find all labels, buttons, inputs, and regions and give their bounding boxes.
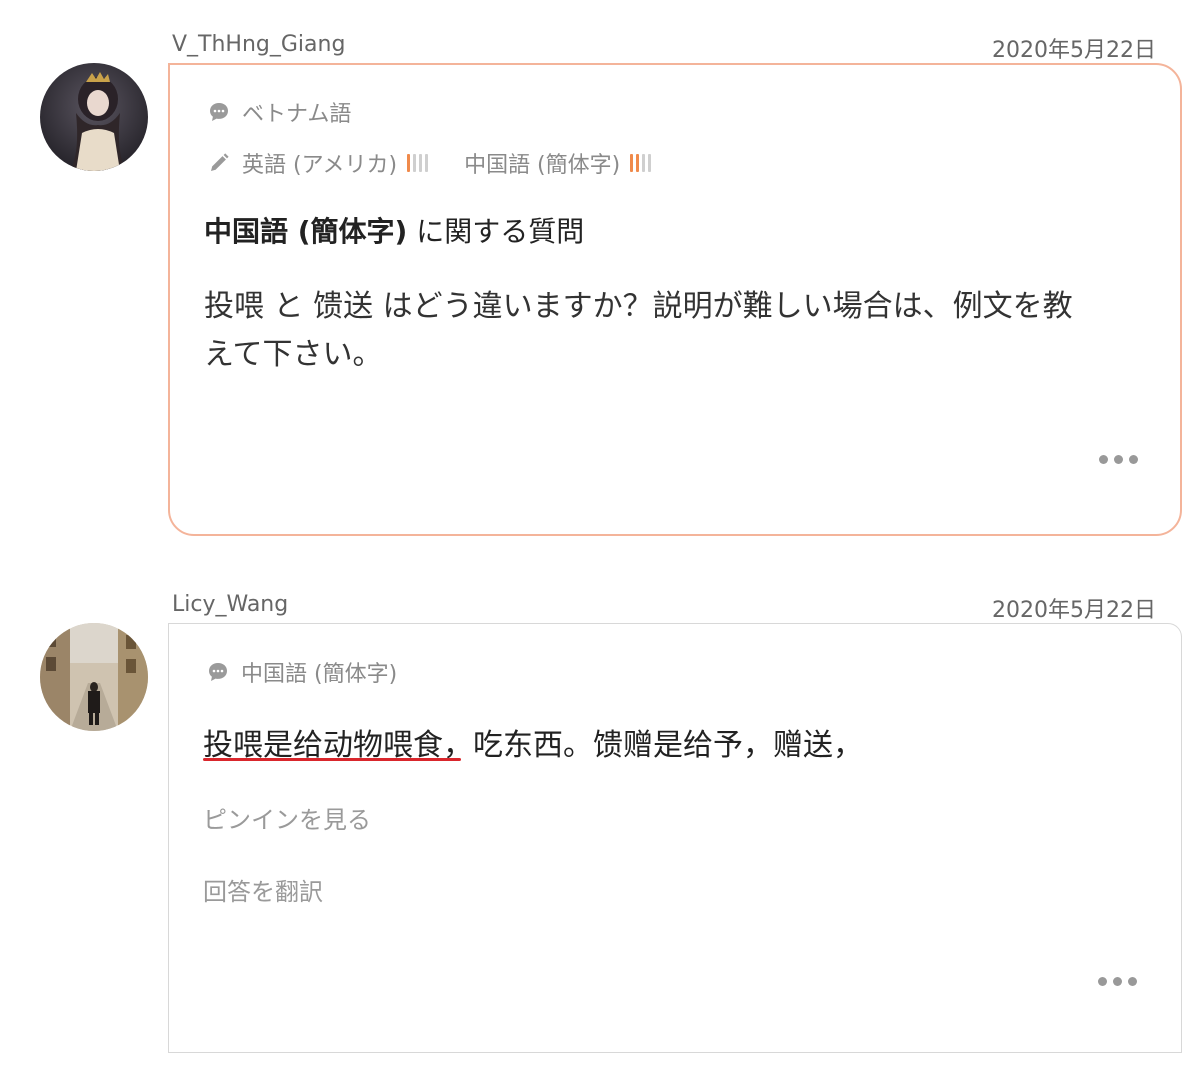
question-card: ベトナム語 英語 (アメリカ) 中国語 (簡体字) 中国語 (簡体字) に関する… (168, 63, 1182, 536)
proficiency-bar (419, 154, 423, 172)
proficiency-bars-2 (630, 154, 652, 172)
question-body-line-2: えて下さい。 (204, 337, 383, 372)
avatar-image (40, 623, 148, 731)
pencil-icon (211, 153, 229, 171)
learning-language-1: 英語 (アメリカ) (242, 153, 398, 178)
proficiency-bar (413, 154, 417, 172)
speech-bubble-icon (210, 103, 228, 121)
answer-language-label: 中国語 (簡体字) (241, 662, 398, 687)
proficiency-bar (648, 154, 652, 172)
question-title-suffix: に関する質問 (407, 215, 585, 248)
proficiency-bar (636, 154, 640, 172)
question-username[interactable]: V_ThHng_Giang (172, 32, 345, 57)
proficiency-bar (425, 154, 429, 172)
learning-languages-row: 英語 (アメリカ) 中国語 (簡体字) (208, 147, 652, 179)
answer-card: 中国語 (簡体字) 投喂是给动物喂食，吃东西。馈赠是给予，赠送， ピンインを見る… (168, 623, 1182, 1053)
answer-avatar[interactable] (40, 623, 148, 731)
more-dots-icon[interactable] (1098, 977, 1137, 986)
question-date: 2020年5月22日 (992, 38, 1156, 63)
avatar-image (40, 63, 148, 171)
question-avatar[interactable] (40, 63, 148, 171)
proficiency-bar (630, 154, 634, 172)
answer-date: 2020年5月22日 (992, 598, 1156, 623)
answer-language-row: 中国語 (簡体字) (207, 656, 397, 688)
translate-answer-link[interactable]: 回答を翻訳 (203, 872, 323, 907)
question-title-language: 中国語 (簡体字) (204, 215, 408, 248)
proficiency-bar (642, 154, 646, 172)
proficiency-bar (407, 154, 411, 172)
highlight-underline (203, 758, 461, 761)
question-body-line-1: 投喂 と 馈送 はどう違いますか？説明が難しい場合は、例文を教 (204, 289, 1073, 324)
native-language-row: ベトナム語 (208, 96, 351, 128)
native-language-label: ベトナム語 (242, 102, 352, 127)
learning-language-2: 中国語 (簡体字) (464, 153, 621, 178)
show-pinyin-link[interactable]: ピンインを見る (203, 800, 371, 835)
more-dots-icon[interactable] (1099, 455, 1138, 464)
question-title[interactable]: 中国語 (簡体字) に関する質問 (204, 210, 584, 250)
proficiency-bars-1 (407, 154, 429, 172)
question-body: 投喂 と 馈送 はどう違いますか？説明が難しい場合は、例文を教 えて下さい。 (204, 283, 1164, 379)
answer-username[interactable]: Licy_Wang (172, 592, 288, 617)
speech-bubble-icon (209, 663, 227, 681)
